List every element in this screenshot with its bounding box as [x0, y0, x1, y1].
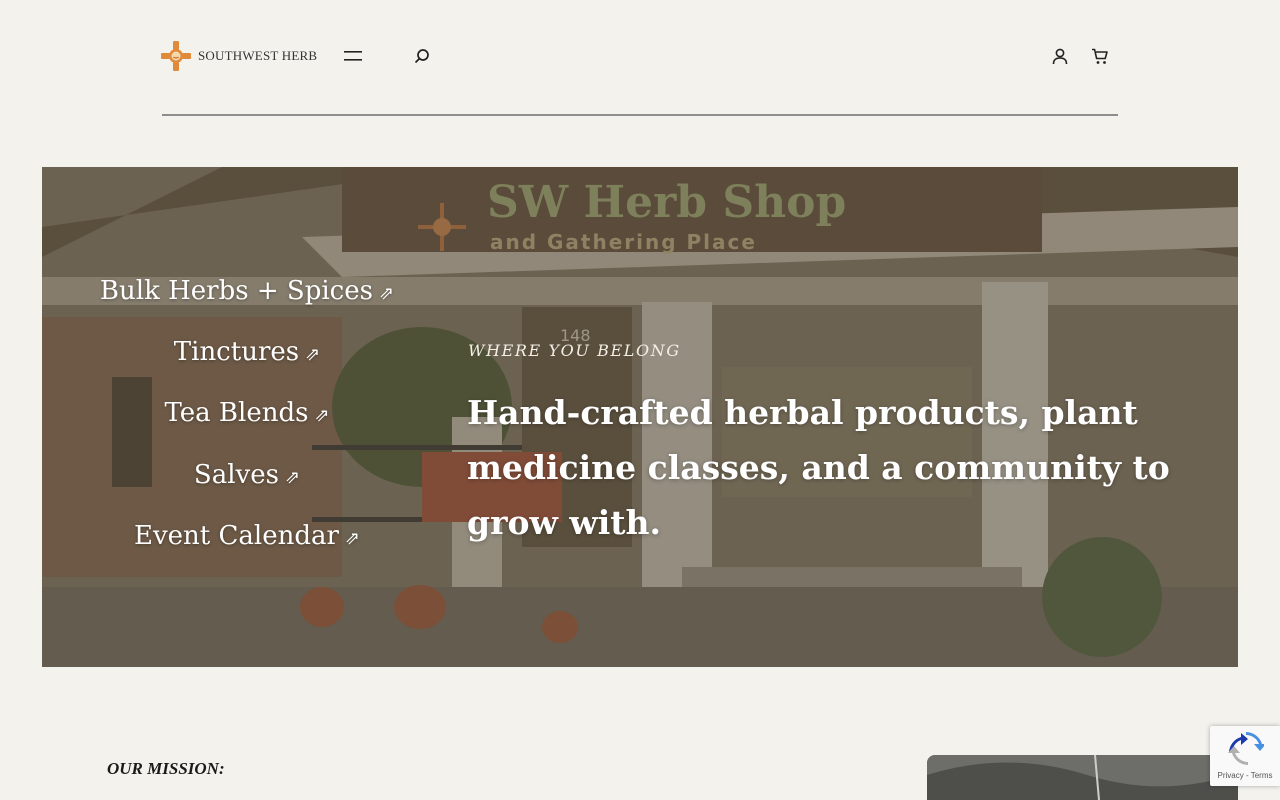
- brand-logo-link[interactable]: SOUTHWEST HERB: [160, 40, 317, 72]
- link-tea-blends[interactable]: Tea Blends ⇗: [42, 398, 452, 428]
- recaptcha-logo-icon: [1228, 732, 1264, 765]
- account-button[interactable]: [1048, 44, 1072, 68]
- search-button[interactable]: [410, 44, 434, 68]
- herb-photo-image: [927, 755, 1238, 800]
- menu-button[interactable]: [341, 44, 365, 68]
- arrow-up-right-icon: ⇗: [284, 467, 301, 488]
- arrow-up-right-icon: ⇗: [378, 283, 395, 304]
- hero-quick-links: Bulk Herbs + Spices ⇗ Tinctures ⇗ Tea Blen…: [42, 167, 452, 667]
- link-tinctures[interactable]: Tinctures ⇗: [42, 337, 452, 367]
- brand-name: SOUTHWEST HERB: [198, 48, 318, 63]
- hero-eyebrow: WHERE YOU BELONG: [468, 341, 681, 360]
- hamburger-menu-icon: [344, 51, 362, 61]
- user-icon: [1052, 48, 1068, 64]
- recaptcha-privacy-terms[interactable]: Privacy - Terms: [1210, 771, 1280, 780]
- arrow-up-right-icon: ⇗: [314, 405, 330, 426]
- arrow-up-right-icon: ⇗: [344, 528, 361, 549]
- site-header: SOUTHWEST HERB: [0, 0, 1280, 116]
- link-salves[interactable]: Salves ⇗: [42, 460, 452, 490]
- cart-button[interactable]: [1088, 44, 1112, 68]
- zia-sun-logo-icon: [161, 41, 191, 71]
- hero-headline: Hand-crafted herbal products, plant medi…: [467, 393, 1170, 542]
- header-divider: [162, 114, 1118, 116]
- link-bulk-herbs-spices[interactable]: Bulk Herbs + Spices ⇗: [42, 276, 452, 306]
- mission-photo: [927, 755, 1238, 800]
- link-event-calendar[interactable]: Event Calendar ⇗: [42, 521, 452, 551]
- recaptcha-badge[interactable]: Privacy - Terms: [1210, 726, 1280, 786]
- cart-icon: [1092, 48, 1108, 64]
- arrow-up-right-icon: ⇗: [305, 344, 321, 365]
- mission-heading: OUR MISSION:: [107, 759, 225, 778]
- hero-section: SW Herb Shop and Gathering Place 148 Bul…: [42, 167, 1238, 667]
- search-icon: [414, 49, 429, 64]
